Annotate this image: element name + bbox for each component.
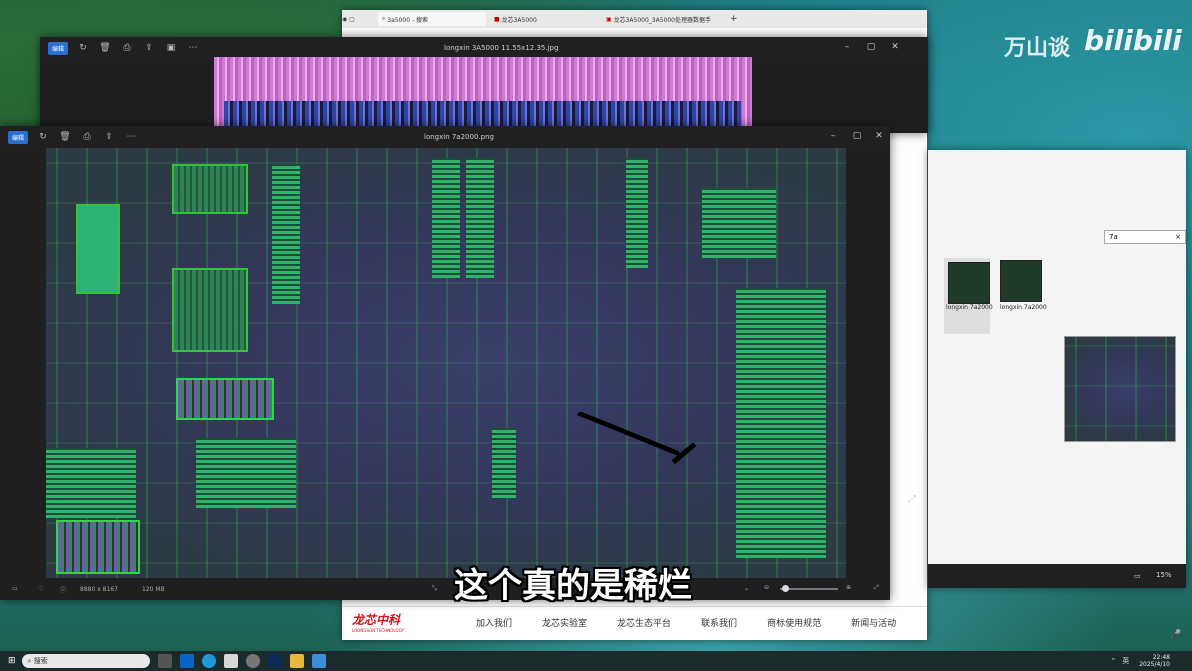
- edit-button[interactable]: 编辑: [48, 41, 69, 55]
- new-tab-icon[interactable]: +: [730, 14, 738, 24]
- tab-label: 3a5000 - 搜索: [387, 16, 429, 24]
- share-icon[interactable]: ⇪: [142, 41, 156, 55]
- explorer-search-input[interactable]: 7a ×: [1104, 230, 1186, 244]
- zoom-slider[interactable]: [780, 585, 838, 592]
- favorite-icon[interactable]: ♡: [38, 585, 43, 592]
- clear-search-icon[interactable]: ×: [1175, 231, 1181, 243]
- delete-icon[interactable]: 🗑: [98, 41, 112, 55]
- task-view-icon[interactable]: [157, 654, 172, 668]
- file-explorer-icon[interactable]: [289, 654, 304, 668]
- file-preview-pane: [1064, 336, 1176, 442]
- photoshop-icon[interactable]: [267, 654, 282, 668]
- filmstrip-icon[interactable]: ▭: [12, 585, 18, 592]
- settings-gear-icon[interactable]: [245, 654, 260, 668]
- image-dimensions: 8880 x 8167: [80, 586, 118, 593]
- tray-chevron-icon[interactable]: ⌃: [1110, 657, 1116, 665]
- windows-start-icon[interactable]: ⊞: [8, 656, 16, 666]
- minimize-icon[interactable]: –: [822, 131, 844, 141]
- nav-contact[interactable]: 联系我们: [701, 616, 737, 629]
- info-icon[interactable]: ⓘ: [60, 585, 66, 594]
- rotate-icon[interactable]: ↻: [36, 130, 50, 144]
- back-photo-viewer: 编辑 ↻ 🗑 ⎙ ⇪ ▣ ⋯ longxin 3A5000 11.55x12.3…: [40, 37, 928, 133]
- zoom-level: 15%: [1156, 571, 1172, 579]
- site-footer-nav: 龙芯中科 LOONGSON TECHNOLOGY 加入我们 龙芯实验室 龙芯生态…: [342, 606, 927, 637]
- nav-ecosystem[interactable]: 龙芯生态平台: [617, 616, 671, 629]
- tray-clock[interactable]: 22:48 2025/4/10: [1139, 654, 1170, 668]
- close-icon[interactable]: ✕: [884, 42, 906, 52]
- tray-lang[interactable]: 英: [1122, 656, 1129, 666]
- zoom-out-icon[interactable]: ⊖: [764, 584, 769, 591]
- taskbar-search[interactable]: ⌕ 搜索: [21, 654, 150, 668]
- share-icon[interactable]: ⇪: [102, 130, 116, 144]
- nav-lab[interactable]: 龙芯实验室: [542, 616, 587, 629]
- outlook-icon[interactable]: [179, 654, 194, 668]
- loongson-favicon-icon: ■: [494, 15, 500, 23]
- edge-icon[interactable]: [201, 654, 216, 668]
- close-icon[interactable]: ✕: [868, 131, 890, 141]
- zoom-in-icon[interactable]: ⊕: [846, 584, 851, 591]
- search-icon: ⌕: [382, 15, 386, 22]
- microphone-icon[interactable]: 🎤: [1170, 630, 1181, 640]
- tab-label: 龙芯3A5000_3A5000处理器数据手: [613, 16, 711, 24]
- video-subtitle: 这个真的是稀烂: [454, 566, 692, 606]
- nav-join-us[interactable]: 加入我们: [476, 616, 512, 629]
- window-title: longxin 3A5000 11.55x12.35.jpg: [444, 44, 559, 52]
- file-thumbnail[interactable]: [1000, 260, 1042, 302]
- monitor-icon[interactable]: ▭: [1134, 572, 1141, 580]
- delete-icon[interactable]: 🗑: [58, 130, 72, 144]
- fullscreen-icon[interactable]: ⤢: [908, 494, 916, 505]
- file-name: longxin 7a2000: [946, 304, 993, 311]
- zoom-slider-thumb[interactable]: [782, 585, 789, 592]
- nav-trademark[interactable]: 商标使用规范: [767, 616, 821, 629]
- loongson-logo[interactable]: 龙芯中科 LOONGSON TECHNOLOGY: [352, 611, 442, 633]
- watermark-site: bilibili: [1084, 24, 1182, 57]
- browser-tab-1[interactable]: ⌕ 3a5000 - 搜索: [378, 12, 486, 26]
- maximize-icon[interactable]: ▢: [860, 42, 882, 52]
- rotate-icon[interactable]: ↻: [76, 41, 90, 55]
- file-thumbnail[interactable]: [948, 262, 990, 304]
- chip-image-7a2000: [46, 148, 846, 578]
- taskbar: ⊞ ⌕ 搜索 ⌃ 英 22:48 2025/4/10: [0, 651, 1192, 671]
- more-icon[interactable]: ⋯: [186, 41, 200, 55]
- chip-image-3a5000: [214, 57, 752, 133]
- browser-profile-icon[interactable]: ◉ ▢: [342, 16, 372, 23]
- viewer-status-bar: ▭ ♡ ⓘ 8880 x 8167 120 MB ⤡ ⌄ ⊖ ⊕ ⤢: [0, 578, 890, 600]
- maximize-icon[interactable]: ▢: [846, 131, 868, 141]
- browser-tab-2[interactable]: ■ 龙芯3A5000: [490, 12, 598, 26]
- explorer-status-bar: ▭ 15%: [928, 564, 1186, 588]
- print-icon[interactable]: ⎙: [120, 41, 134, 55]
- print-icon[interactable]: ⎙: [80, 130, 94, 144]
- store-icon[interactable]: [223, 654, 238, 668]
- more-icon[interactable]: ⋯: [124, 130, 138, 144]
- watermark-author: 万山谈: [1004, 36, 1071, 61]
- fit-icon[interactable]: ⤡: [432, 585, 437, 593]
- minimize-icon[interactable]: –: [836, 42, 858, 52]
- file-name: longxin 7a2000: [1000, 304, 1047, 311]
- front-photo-viewer: 编辑 ↻ 🗑 ⎙ ⇪ ⋯ longxin 7a2000.png – ▢ ✕ ⤢ …: [0, 126, 916, 600]
- edit-button[interactable]: 编辑: [8, 130, 29, 144]
- photos-icon[interactable]: [311, 654, 326, 668]
- file-explorer-window: 7a × longxin 7a2000 longxin 7a2000 ▭ 15%: [928, 150, 1186, 588]
- nav-news[interactable]: 新闻与活动: [851, 616, 896, 629]
- browser-tab-3[interactable]: ▣ 龙芯3A5000_3A5000处理器数据手: [602, 12, 724, 26]
- image-file-size: 120 MB: [142, 586, 165, 593]
- chevron-down-icon[interactable]: ⌄: [744, 585, 749, 592]
- tab-label: 龙芯3A5000: [501, 16, 537, 24]
- slideshow-icon[interactable]: ▣: [164, 41, 178, 55]
- window-title: longxin 7a2000.png: [424, 133, 494, 141]
- document-favicon-icon: ▣: [606, 15, 612, 23]
- expand-icon[interactable]: ⤢: [874, 584, 879, 592]
- search-icon: ⌕: [27, 656, 32, 665]
